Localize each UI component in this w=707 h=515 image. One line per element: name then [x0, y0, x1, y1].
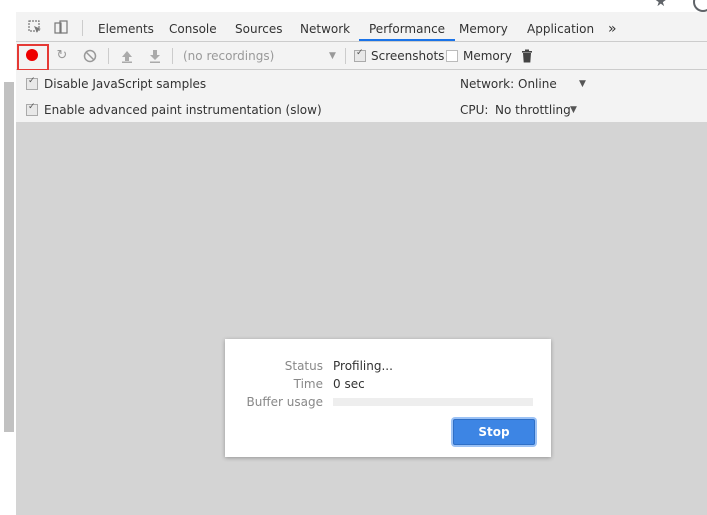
browser-top-strip: ★	[0, 0, 707, 12]
left-gutter	[0, 12, 16, 515]
scrollbar[interactable]	[4, 82, 14, 432]
reload-icon[interactable]	[693, 0, 707, 12]
more-tabs-button[interactable]: »	[608, 12, 617, 41]
disable-js-samples-checkbox[interactable]	[26, 76, 38, 90]
tab-console[interactable]: Console	[169, 12, 217, 41]
trash-icon[interactable]	[520, 49, 534, 63]
chevron-down-icon: ▼	[579, 79, 586, 89]
chevron-down-icon: ▼	[570, 105, 577, 115]
profiling-status-dialog: Status Profiling... Time 0 sec Buffer us…	[225, 339, 551, 457]
memory-label: Memory	[463, 49, 512, 63]
tabbar-divider	[82, 20, 83, 36]
tab-sources[interactable]: Sources	[235, 12, 282, 41]
network-label: Network:	[460, 77, 515, 91]
network-throttle-select[interactable]: Online	[518, 77, 557, 91]
performance-toolbar: ↻ (no recordings) ▼ Screenshots Memory	[16, 42, 707, 71]
reload-record-icon[interactable]: ↻	[55, 49, 69, 63]
devtools-tabbar: Elements Console Sources Network Perform…	[16, 12, 707, 42]
memory-checkbox[interactable]	[446, 50, 458, 62]
tab-elements[interactable]: Elements	[98, 12, 154, 41]
toolbar-divider	[172, 48, 173, 64]
screenshots-checkbox[interactable]	[354, 48, 366, 62]
inspect-element-icon[interactable]	[28, 20, 42, 34]
toolbar-divider	[345, 48, 346, 64]
clear-icon[interactable]	[83, 49, 97, 63]
buffer-usage-bar	[333, 398, 533, 406]
star-icon[interactable]: ★	[654, 0, 667, 10]
device-toolbar-icon[interactable]	[54, 20, 68, 34]
time-value: 0 sec	[333, 377, 365, 391]
paint-instrumentation-label: Enable advanced paint instrumentation (s…	[44, 103, 322, 117]
chevron-down-icon: ▼	[329, 51, 336, 61]
cpu-throttle-select[interactable]: No throttling	[495, 103, 571, 117]
tab-application[interactable]: Application	[527, 12, 594, 41]
tab-network[interactable]: Network	[300, 12, 350, 41]
status-value: Profiling...	[333, 359, 393, 373]
load-profile-icon[interactable]	[120, 49, 134, 63]
save-profile-icon[interactable]	[148, 49, 162, 63]
record-button[interactable]	[26, 49, 38, 61]
paint-instrumentation-checkbox[interactable]	[26, 102, 38, 116]
time-label: Time	[293, 377, 323, 391]
screenshots-label: Screenshots	[371, 49, 445, 63]
capture-settings-panel: Disable JavaScript samples Enable advanc…	[16, 70, 707, 122]
disable-js-samples-label: Disable JavaScript samples	[44, 77, 207, 91]
tab-memory[interactable]: Memory	[459, 12, 508, 41]
tab-performance[interactable]: Performance	[359, 12, 456, 41]
toolbar-divider	[108, 48, 109, 64]
stop-button[interactable]: Stop	[453, 419, 535, 445]
cpu-label: CPU:	[460, 103, 489, 117]
status-label: Status	[284, 359, 323, 373]
recordings-select[interactable]: (no recordings)	[183, 49, 274, 63]
buffer-usage-label: Buffer usage	[246, 395, 323, 409]
